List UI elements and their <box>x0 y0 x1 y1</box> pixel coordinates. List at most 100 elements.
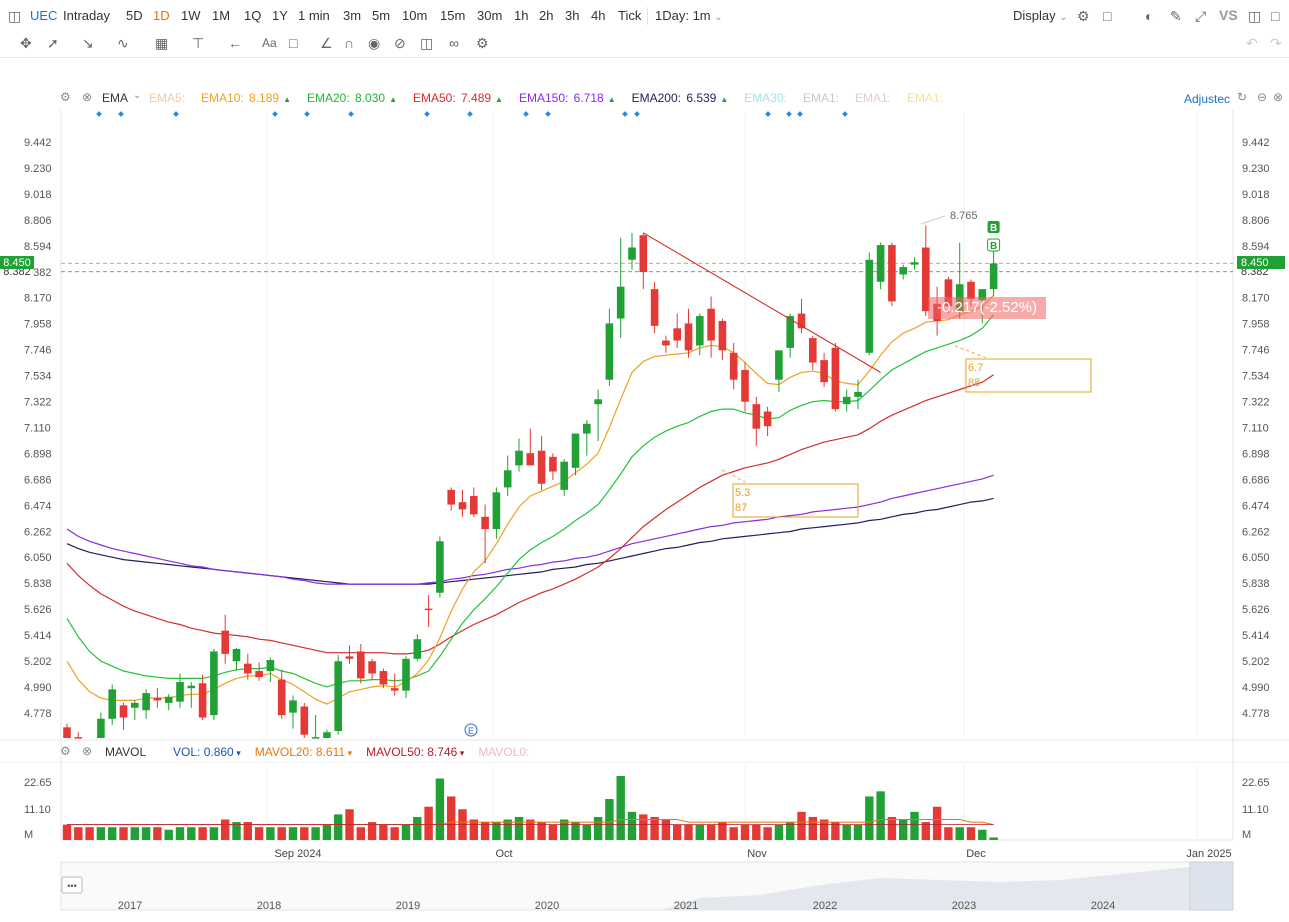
settings-icon[interactable]: ⚙ <box>476 36 489 50</box>
adjusted-label[interactable]: Adjustec <box>1184 92 1232 106</box>
ema-legend-item[interactable]: EMA1: <box>803 91 841 105</box>
ema-legend-item[interactable]: EMA20: 8.030 ▲ <box>307 91 399 105</box>
ray-icon[interactable]: ↘ <box>82 36 94 50</box>
ema-legend-label: EMA30: <box>744 91 787 105</box>
timeframe-tab-10m[interactable]: 10m <box>402 8 427 23</box>
timeframe-tab-1h[interactable]: 1h <box>514 8 528 23</box>
measure-icon[interactable]: ⊤ <box>192 36 204 50</box>
ema-legend-label: EMA1: <box>907 91 944 105</box>
hide-icon[interactable]: ⊘ <box>394 36 406 50</box>
price-tick-label-left: 9.018 <box>24 189 52 201</box>
timeframe-tab-15m[interactable]: 15m <box>440 8 465 23</box>
fib-icon[interactable]: ▦ <box>155 36 168 50</box>
price-tick-label-left: 6.898 <box>24 448 52 460</box>
ema-legend-label: EMA1: <box>802 91 839 105</box>
volume-bar <box>266 827 275 840</box>
volume-legend-item[interactable]: MAVOL20: 8.611 ▾ <box>255 745 352 759</box>
timeframe-tab-5d[interactable]: 5D <box>126 8 143 23</box>
arrow-left-icon[interactable]: ← <box>228 36 242 50</box>
panel-icon[interactable]: ◫ <box>1248 9 1261 23</box>
volume-legend-item[interactable]: MAVOL0: <box>478 745 529 759</box>
candle-body <box>289 700 297 713</box>
compare-button[interactable]: VS <box>1219 7 1238 23</box>
layout-icon[interactable]: □ <box>1103 9 1111 23</box>
arrow-up-icon: ▲ <box>389 95 397 104</box>
candle-body <box>899 267 907 275</box>
undo-icon[interactable]: ↶ <box>1246 36 1258 50</box>
volume-bar <box>842 824 851 840</box>
reset-icon[interactable]: ↻ <box>1237 90 1247 104</box>
symbol-label[interactable]: UEC <box>30 8 57 23</box>
ema-legend-item[interactable]: EMA150: 6.718 ▲ <box>519 91 618 105</box>
dropdown-arrow-icon: ▾ <box>457 748 465 758</box>
trash-icon[interactable]: ◫ <box>420 36 433 50</box>
timeframe-tab-tick[interactable]: Tick <box>618 8 641 23</box>
candle-body <box>616 286 625 319</box>
timeframe-tab-3h[interactable]: 3h <box>565 8 579 23</box>
navigator-menu-button <box>61 876 83 894</box>
gear-icon[interactable]: ⚙ <box>1077 9 1090 23</box>
ema-legend-item[interactable]: EMA30: <box>744 91 789 105</box>
price-tick-label-right: 9.230 <box>1242 163 1270 175</box>
indicator-name[interactable]: EMA <box>102 91 128 105</box>
close-icon[interactable]: ⊗ <box>82 90 92 104</box>
redo-icon[interactable]: ↷ <box>1270 36 1282 50</box>
timeframe-tab-1y[interactable]: 1Y <box>272 8 288 23</box>
timeframe-tab-1q[interactable]: 1Q <box>244 8 261 23</box>
close-panel-icon[interactable]: ⊗ <box>1273 90 1283 104</box>
ema-legend-item[interactable]: EMA1: <box>907 91 945 105</box>
ema-legend-item[interactable]: EMA50: 7.489 ▲ <box>413 91 505 105</box>
timeframe-tab-1m[interactable]: 1M <box>212 8 230 23</box>
sidebar-toggle-icon[interactable]: ◫ <box>8 9 21 23</box>
ema-legend-item[interactable]: EMA5: <box>149 91 187 105</box>
timeframe-tab-4h[interactable]: 4h <box>591 8 605 23</box>
gear-icon[interactable]: ⚙ <box>60 744 71 758</box>
timeframe-tab-1w[interactable]: 1W <box>181 8 201 23</box>
window-icon[interactable]: □ <box>1271 9 1279 23</box>
drawing-toolbar: ✥ ➚ ↘ ∿ ▦ ⊤ ← Aa □ ∠ ∩ ◉ ⊘ ◫ ∞ ⚙ ↶ ↷ <box>0 31 1289 58</box>
magnet-icon[interactable]: ∩ <box>344 36 354 50</box>
volume-bar <box>367 822 377 840</box>
navigator-year-label: 2020 <box>535 900 559 912</box>
ema-line-ema50 <box>66 374 994 655</box>
lock-icon[interactable]: ◉ <box>368 36 380 50</box>
volume-legend-item[interactable]: VOL: 0.860 ▾ <box>173 745 241 759</box>
camera-icon[interactable]: ◐ <box>1145 9 1153 23</box>
ema-legend-item[interactable]: EMA200: 6.539 ▲ <box>632 91 731 105</box>
timeframe-tab-3m[interactable]: 3m <box>343 8 361 23</box>
timeframe-tab-2h[interactable]: 2h <box>539 8 553 23</box>
gear-icon[interactable]: ⚙ <box>60 90 71 104</box>
close-icon[interactable]: ⊗ <box>82 744 92 758</box>
wave-icon[interactable]: ∿ <box>117 36 129 50</box>
candle-body <box>300 706 309 735</box>
pen-icon[interactable]: ✎ <box>1170 9 1182 23</box>
candle-body <box>673 328 681 341</box>
volume-legend-item[interactable]: MAVOL50: 8.746 ▾ <box>366 745 464 759</box>
trendline-icon[interactable]: ➚ <box>47 36 59 50</box>
crosshair-move-icon[interactable]: ✥ <box>20 36 32 50</box>
chevron-down-icon[interactable]: ⌄ <box>133 90 141 101</box>
fullscreen-icon[interactable]: ⤢ <box>1195 9 1206 23</box>
minimize-icon[interactable]: ⊖ <box>1257 90 1267 104</box>
ema-legend-item[interactable]: EMA10: 8.189 ▲ <box>201 91 293 105</box>
price-tick-label-right: 8.594 <box>1242 241 1270 253</box>
timeframe-tab-intraday[interactable]: Intraday <box>63 8 110 23</box>
navigator-year-label: 2022 <box>813 900 837 912</box>
link-icon[interactable]: ∞ <box>449 36 459 50</box>
annotation-box-2-line2: 88 <box>968 377 980 389</box>
timeframe-tab-30m[interactable]: 30m <box>477 8 502 23</box>
comment-icon[interactable]: □ <box>289 36 297 50</box>
display-menu[interactable]: Display ⌄ <box>1013 8 1068 23</box>
timeframe-tab-1d[interactable]: 1D <box>153 8 170 23</box>
volume-indicator-name[interactable]: MAVOL <box>105 745 146 759</box>
candle-body <box>210 651 218 716</box>
volume-legend-value: 8.611 <box>312 745 346 759</box>
ruler-icon[interactable]: ∠ <box>320 36 333 50</box>
interval-select[interactable]: 1Day: 1m ⌄ <box>655 8 723 23</box>
timeframe-tab-1-min[interactable]: 1 min <box>298 8 330 23</box>
chevron-down-icon: ⌄ <box>714 12 723 23</box>
ema-legend-item[interactable]: EMA1: <box>855 91 893 105</box>
price-chart[interactable]: 9.442 9.442 9.230 9.230 9.018 9.018 8.806 8.806… <box>0 0 1289 922</box>
text-tool-icon[interactable]: Aa <box>262 36 277 50</box>
timeframe-tab-5m[interactable]: 5m <box>372 8 390 23</box>
